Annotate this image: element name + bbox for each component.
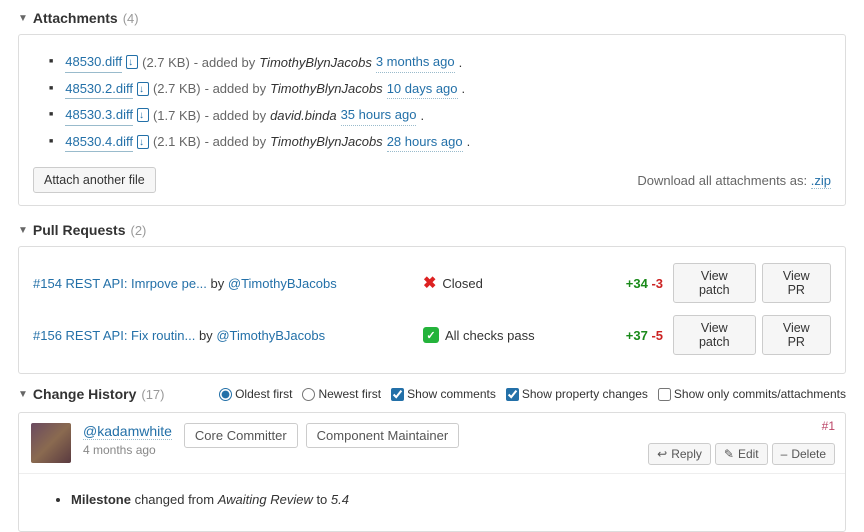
view-pr-button[interactable]: View PR <box>762 315 831 355</box>
avatar <box>31 423 71 463</box>
comment-author-link[interactable]: @kadamwhite <box>83 423 172 440</box>
attachments-toggle[interactable]: ▼ Attachments (4) <box>18 0 846 34</box>
delete-button[interactable]: –Delete <box>772 443 835 465</box>
pr-author-link[interactable]: @TimothyBJacobs <box>228 276 337 291</box>
pull-request-row: #154 REST API: Imrpove pe... by @Timothy… <box>33 257 831 309</box>
attachment-file-link[interactable]: 48530.3.diff <box>65 105 133 126</box>
attachment-list: 48530.diff (2.7 KB) - added by TimothyBl… <box>33 49 831 155</box>
added-by-label: - added by <box>205 79 266 99</box>
pencil-icon: ✎ <box>724 447 734 461</box>
attachment-author: TimothyBlynJacobs <box>270 132 383 152</box>
download-icon[interactable] <box>137 82 149 96</box>
comment-entry: @kadamwhite 4 months ago Core Committer … <box>18 412 846 532</box>
caret-down-icon: ▼ <box>18 13 28 24</box>
attachment-file-link[interactable]: 48530.4.diff <box>65 132 133 153</box>
download-icon[interactable] <box>126 55 138 69</box>
edit-button[interactable]: ✎Edit <box>715 443 768 465</box>
attachment-age-link[interactable]: 3 months ago <box>376 52 455 73</box>
pr-status-text: All checks pass <box>445 328 535 343</box>
check-icon: ✓ <box>423 327 439 343</box>
view-patch-button[interactable]: View patch <box>673 263 756 303</box>
attachment-author: TimothyBlynJacobs <box>270 79 383 99</box>
attachment-age-link[interactable]: 10 days ago <box>387 79 458 100</box>
x-icon: ✖ <box>423 273 436 293</box>
pull-requests-panel: #154 REST API: Imrpove pe... by @Timothy… <box>18 246 846 374</box>
pr-title-link[interactable]: #156 REST API: Fix routin... <box>33 328 195 343</box>
pull-requests-title: Pull Requests <box>33 222 126 238</box>
attachments-panel: 48530.diff (2.7 KB) - added by TimothyBl… <box>18 34 846 206</box>
added-by-label: - added by <box>194 53 255 73</box>
sort-newest-radio[interactable]: Newest first <box>302 387 381 401</box>
attachment-size: (2.7 KB) <box>142 53 190 73</box>
change-history-toggle[interactable]: ▼ Change History (17) <box>18 386 165 402</box>
added-by-label: - added by <box>205 132 266 152</box>
attachment-size: (2.7 KB) <box>153 79 201 99</box>
diff-deletions: -5 <box>651 328 663 343</box>
added-by-label: - added by <box>205 106 266 126</box>
attachments-count: (4) <box>123 11 139 26</box>
view-patch-button[interactable]: View patch <box>673 315 756 355</box>
reply-icon: ↩ <box>657 447 667 461</box>
minus-icon: – <box>781 447 788 461</box>
change-history-title: Change History <box>33 386 136 402</box>
comment-age: 4 months ago <box>83 443 172 457</box>
attachment-row: 48530.diff (2.7 KB) - added by TimothyBl… <box>33 49 831 76</box>
attachment-file-link[interactable]: 48530.2.diff <box>65 79 133 100</box>
pull-requests-count: (2) <box>131 223 147 238</box>
pull-requests-toggle[interactable]: ▼ Pull Requests (2) <box>18 212 846 246</box>
change-history-count: (17) <box>141 387 164 402</box>
attachment-age-link[interactable]: 28 hours ago <box>387 132 463 153</box>
role-tag-core: Core Committer <box>184 423 298 448</box>
role-tag-component: Component Maintainer <box>306 423 460 448</box>
diff-additions: +34 <box>626 276 648 291</box>
attachment-row: 48530.4.diff (2.1 KB) - added by Timothy… <box>33 129 831 156</box>
change-line: Milestone changed from Awaiting Review t… <box>71 492 825 507</box>
show-comments-checkbox[interactable]: Show comments <box>391 387 496 401</box>
attachments-title: Attachments <box>33 10 118 26</box>
pr-status-text: Closed <box>442 276 482 291</box>
diff-additions: +37 <box>626 328 648 343</box>
attachment-row: 48530.3.diff (1.7 KB) - added by david.b… <box>33 102 831 129</box>
show-property-checkbox[interactable]: Show property changes <box>506 387 648 401</box>
comment-number[interactable]: #1 <box>822 419 835 433</box>
attachment-size: (1.7 KB) <box>153 106 201 126</box>
sort-oldest-radio[interactable]: Oldest first <box>219 387 292 401</box>
attachment-author: TimothyBlynJacobs <box>259 53 372 73</box>
attachment-file-link[interactable]: 48530.diff <box>65 52 122 73</box>
reply-button[interactable]: ↩Reply <box>648 443 711 465</box>
download-all-label: Download all attachments as: .zip <box>637 173 831 188</box>
caret-down-icon: ▼ <box>18 389 28 400</box>
show-only-commits-checkbox[interactable]: Show only commits/attachments <box>658 387 846 401</box>
attachment-age-link[interactable]: 35 hours ago <box>341 105 417 126</box>
pr-author-link[interactable]: @TimothyBJacobs <box>216 328 325 343</box>
diff-deletions: -3 <box>651 276 663 291</box>
attachment-row: 48530.2.diff (2.7 KB) - added by Timothy… <box>33 76 831 103</box>
history-filters: Oldest first Newest first Show comments … <box>213 387 846 401</box>
download-zip-link[interactable]: .zip <box>811 173 831 189</box>
download-icon[interactable] <box>137 108 149 122</box>
attach-file-button[interactable]: Attach another file <box>33 167 156 193</box>
view-pr-button[interactable]: View PR <box>762 263 831 303</box>
caret-down-icon: ▼ <box>18 225 28 236</box>
attachment-author: david.binda <box>270 106 337 126</box>
attachment-size: (2.1 KB) <box>153 132 201 152</box>
pr-title-link[interactable]: #154 REST API: Imrpove pe... <box>33 276 207 291</box>
pull-request-row: #156 REST API: Fix routin... by @Timothy… <box>33 309 831 361</box>
download-icon[interactable] <box>137 135 149 149</box>
